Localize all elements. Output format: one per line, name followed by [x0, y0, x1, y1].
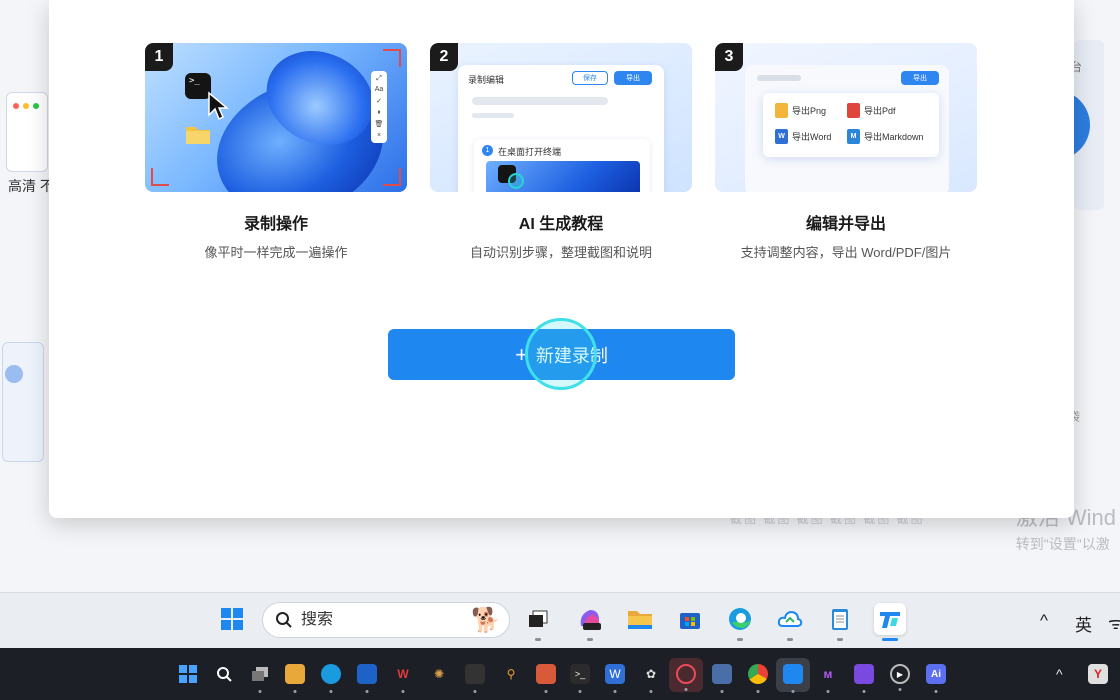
taskbar-search-input[interactable] — [301, 611, 441, 629]
cursor-icon — [208, 91, 229, 121]
tray-overflow-caret[interactable]: ^ — [1040, 611, 1048, 631]
export-word-option: W 导出Word — [775, 129, 831, 144]
edge-icon[interactable] — [321, 664, 341, 693]
store-icon[interactable] — [357, 664, 377, 693]
step-card-edit-export: 3 导出 导出Png 导出Pdf W 导出Word M 导出Markdown 编… — [715, 43, 977, 261]
start-icon[interactable] — [216, 603, 248, 635]
ime-indicator[interactable]: 英 — [1075, 611, 1092, 636]
markdown-file-icon: M — [847, 129, 860, 144]
task-view-icon[interactable] — [250, 664, 270, 693]
secondary-taskbar: W ✺ ⚲ >_ W ✿ ᴍ ▶ Ai ^ Y — [0, 648, 1120, 700]
step-2-description: 自动识别步骤，整理截图和说明 — [469, 245, 652, 260]
export-pdf-option: 导出Pdf — [847, 103, 896, 118]
step-1-number: 1 — [145, 43, 173, 71]
recorder-app-icon[interactable] — [874, 603, 906, 641]
tray-overflow-caret[interactable]: ^ — [1056, 666, 1063, 682]
network-icon[interactable]: ᯤ — [1108, 611, 1120, 634]
calendar-icon[interactable] — [712, 664, 732, 693]
check-icon: ✓ — [376, 98, 382, 106]
microsoft365-icon[interactable] — [574, 603, 606, 641]
step-3-description: 支持调整内容，导出 Word/PDF/图片 — [740, 245, 952, 260]
step-1-description: 像平时一样完成一遍操作 — [204, 245, 348, 260]
step-2-thumbnail: 2 录制编辑 保存 导出 + 1 在桌面打开终端 — [430, 43, 692, 192]
pdf-file-icon — [847, 103, 860, 118]
click-indicator — [525, 318, 597, 390]
notepad-icon[interactable] — [824, 603, 856, 641]
step-2-number: 2 — [430, 43, 458, 71]
export-button-preview: 导出 — [901, 71, 939, 85]
chatgpt-icon[interactable]: ✿ — [641, 664, 661, 693]
terminal-icon[interactable]: >_ — [570, 664, 590, 693]
yandex-icon[interactable]: Y — [1088, 664, 1108, 684]
ai-icon[interactable]: Ai — [926, 664, 946, 693]
window-control-dots — [13, 103, 39, 109]
click-highlight-icon — [508, 173, 524, 189]
folder-icon[interactable] — [285, 664, 305, 693]
background-window-card — [6, 92, 48, 172]
watermark-line-2: 转到"设置"以激 — [1015, 536, 1110, 552]
player-icon[interactable]: ▶ — [890, 664, 910, 691]
step-2-title: AI 生成教程 — [518, 216, 604, 233]
text-icon: Aa — [374, 86, 384, 94]
step-1-thumbnail: 1 >_ ⤢ Aa ✓ ⏸ 🗑 × — [145, 43, 407, 192]
word-icon[interactable]: W — [605, 664, 625, 693]
background-left-fragment — [2, 92, 48, 462]
taskbar-search[interactable]: 🐕 — [262, 602, 510, 638]
step-3-number: 3 — [715, 43, 743, 71]
background-quality-label: 高清 不 — [8, 178, 54, 194]
step-1-title: 录制操作 — [243, 216, 308, 233]
windows-taskbar: 🐕 ^ 英 ᯤ — [0, 592, 1120, 648]
search-icon[interactable] — [214, 664, 234, 684]
editor-step-number: 1 — [482, 145, 493, 156]
word-file-icon: W — [775, 129, 788, 144]
delete-icon: 🗑 — [374, 121, 384, 129]
step-card-record: 1 >_ ⤢ Aa ✓ ⏸ 🗑 × 录制操作 像平时一样完成一遍操作 — [145, 43, 407, 261]
step-3-title: 编辑并导出 — [805, 216, 886, 233]
folder-icon — [186, 127, 210, 144]
close-icon: × — [376, 132, 382, 140]
background-phone-card — [2, 342, 44, 462]
expand-icon: ⤢ — [376, 74, 382, 82]
recorder-app-icon[interactable] — [783, 664, 803, 693]
editor-export-button: 导出 — [614, 71, 652, 85]
screen-recorder-icon[interactable] — [676, 664, 696, 691]
wps-icon[interactable]: W — [393, 664, 413, 693]
search-icon — [276, 612, 292, 628]
png-file-icon — [775, 103, 788, 118]
editor-save-button: 保存 — [572, 71, 608, 85]
cloud-icon[interactable] — [774, 603, 806, 641]
notes-icon[interactable] — [854, 664, 874, 693]
new-recording-dialog: 1 >_ ⤢ Aa ✓ ⏸ 🗑 × 录制操作 像平时一样完成一遍操作 2 录制编辑 保存 — [49, 0, 1074, 518]
box-icon[interactable] — [465, 664, 485, 693]
doc-icon[interactable] — [536, 664, 556, 693]
export-png-option: 导出Png — [775, 103, 826, 118]
chrome-icon[interactable] — [748, 664, 768, 693]
sun-icon[interactable]: ✺ — [429, 664, 449, 684]
task-view-icon[interactable] — [522, 603, 554, 641]
editor-title: 录制编辑 — [468, 75, 505, 85]
editor-step-text: 在桌面打开终端 — [498, 147, 562, 157]
search-highlight-dog-icon: 🐕 — [471, 607, 501, 634]
step-3-thumbnail: 3 导出 导出Png 导出Pdf W 导出Word M 导出Markdown — [715, 43, 977, 192]
step-card-ai-generate: 2 录制编辑 保存 导出 + 1 在桌面打开终端 AI 生成教程 自动识别步骤，… — [430, 43, 692, 261]
export-menu-preview: 导出Png 导出Pdf W 导出Word M 导出Markdown — [763, 93, 939, 157]
store-icon[interactable] — [674, 603, 706, 635]
start-icon[interactable] — [178, 664, 198, 684]
recording-toolbar: ⤢ Aa ✓ ⏸ 🗑 × — [371, 71, 387, 143]
edge-icon[interactable] — [724, 603, 756, 641]
pause-icon: ⏸ — [377, 108, 381, 116]
export-markdown-option: M 导出Markdown — [847, 129, 924, 144]
key-icon[interactable]: ⚲ — [501, 664, 521, 684]
m-icon[interactable]: ᴍ — [818, 664, 838, 693]
file-explorer-icon[interactable] — [624, 603, 656, 635]
